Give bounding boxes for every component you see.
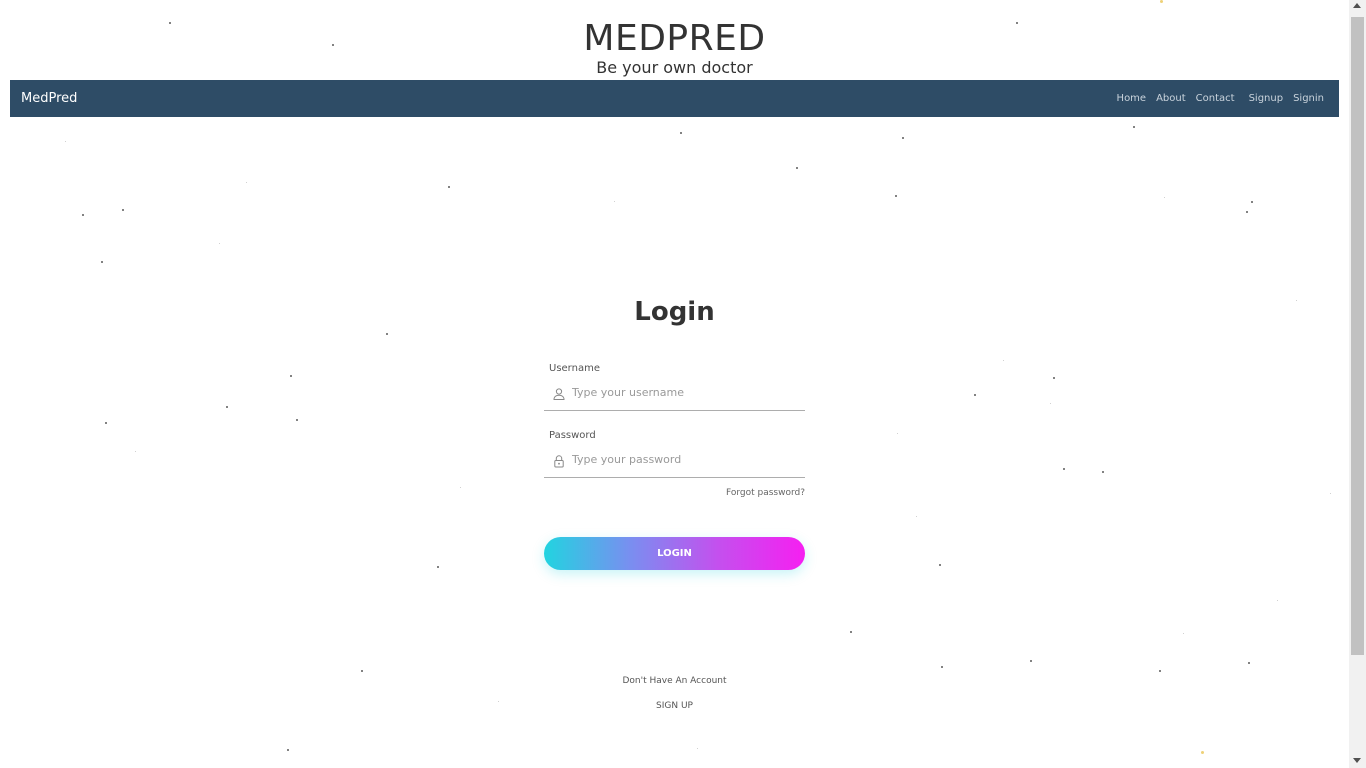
username-label: Username [549,363,600,374]
username-input[interactable] [572,375,797,410]
scroll-down-icon[interactable] [1353,758,1361,763]
password-label: Password [549,430,596,441]
login-title: Login [634,297,715,327]
navbar: MedPred Home About Contact Signup Signin [10,80,1339,117]
nav-links: Home About Contact Signup Signin [1107,92,1324,105]
navbar-brand[interactable]: MedPred [21,90,77,107]
site-header: MEDPRED Be your own doctor [0,0,1349,80]
password-input-wrap [544,442,805,478]
nav-link-contact[interactable]: Contact [1196,92,1235,105]
forgot-password-link[interactable]: Forgot password? [726,487,805,499]
site-title: MEDPRED [583,18,766,59]
nav-link-about[interactable]: About [1156,92,1186,105]
scroll-up-icon[interactable] [1353,3,1361,8]
signup-link[interactable]: SIGN UP [544,700,805,712]
user-icon [552,386,566,400]
nav-link-signup[interactable]: Signup [1249,92,1284,105]
nav-link-signin[interactable]: Signin [1293,92,1324,105]
login-button[interactable]: LOGIN [544,537,805,570]
nav-link-home[interactable]: Home [1117,92,1147,105]
password-input[interactable] [572,442,797,477]
login-form: Login Username Password Forgot password?… [544,290,805,570]
scrollbar[interactable] [1349,0,1366,768]
site-tagline: Be your own doctor [596,58,753,77]
username-input-wrap [544,375,805,411]
signup-prompt: Don't Have An Account [622,676,727,686]
lock-icon [552,453,566,468]
scroll-thumb[interactable] [1351,17,1364,655]
